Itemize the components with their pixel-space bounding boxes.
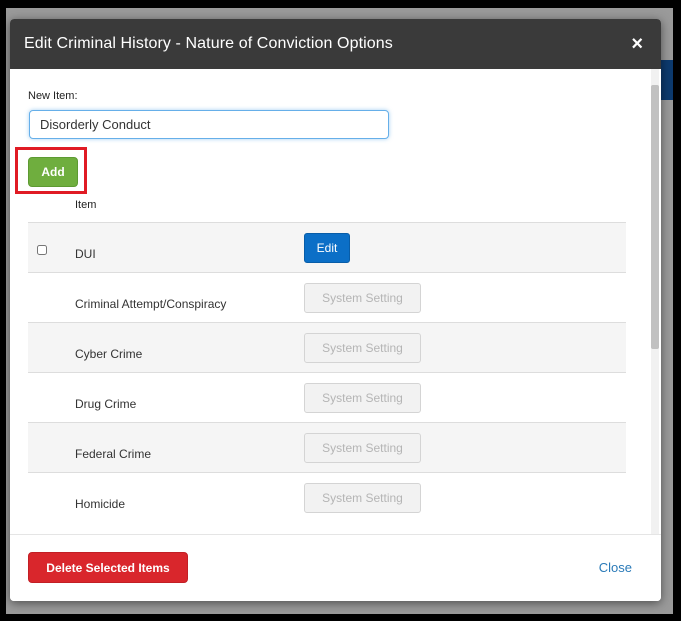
table-row: Federal Crime System Setting: [28, 422, 626, 472]
row-checkbox[interactable]: [37, 245, 47, 255]
system-setting-button: System Setting: [304, 333, 421, 363]
modal-footer: Delete Selected Items Close: [10, 534, 661, 601]
table-row: Cyber Crime System Setting: [28, 322, 626, 372]
system-setting-button: System Setting: [304, 483, 421, 513]
table-row: Criminal Attempt/Conspiracy System Setti…: [28, 272, 626, 322]
table-row: Homicide System Setting: [28, 472, 626, 522]
system-setting-button: System Setting: [304, 433, 421, 463]
delete-selected-button[interactable]: Delete Selected Items: [28, 552, 188, 583]
table-row: Drug Crime System Setting: [28, 372, 626, 422]
scrollbar-thumb[interactable]: [651, 85, 659, 349]
row-item-name: DUI: [75, 247, 96, 261]
modal-title: Edit Criminal History - Nature of Convic…: [24, 35, 393, 52]
close-link[interactable]: Close: [599, 560, 632, 575]
modal-body: New Item: Add Item DUI Edit Criminal Att…: [10, 69, 661, 534]
add-button[interactable]: Add: [28, 157, 78, 187]
new-item-label: New Item:: [28, 90, 78, 102]
row-item-name: Homicide: [75, 497, 126, 511]
system-setting-button: System Setting: [304, 283, 421, 313]
row-item-name: Cyber Crime: [75, 347, 143, 361]
edit-options-modal: Edit Criminal History - Nature of Convic…: [10, 19, 661, 601]
edit-button[interactable]: Edit: [304, 233, 350, 263]
close-icon[interactable]: ×: [631, 34, 643, 54]
row-item-name: Criminal Attempt/Conspiracy: [75, 297, 227, 311]
system-setting-button: System Setting: [304, 383, 421, 413]
scrollbar-track[interactable]: [651, 69, 659, 534]
table-row: DUI Edit: [28, 222, 626, 272]
modal-header: Edit Criminal History - Nature of Convic…: [10, 19, 661, 69]
items-table: DUI Edit Criminal Attempt/Conspiracy Sys…: [28, 222, 626, 522]
row-item-name: Federal Crime: [75, 447, 152, 461]
item-column-header: Item: [75, 199, 97, 211]
new-item-input[interactable]: [29, 110, 389, 139]
backdrop-header-stripe: [659, 60, 673, 100]
row-item-name: Drug Crime: [75, 397, 137, 411]
